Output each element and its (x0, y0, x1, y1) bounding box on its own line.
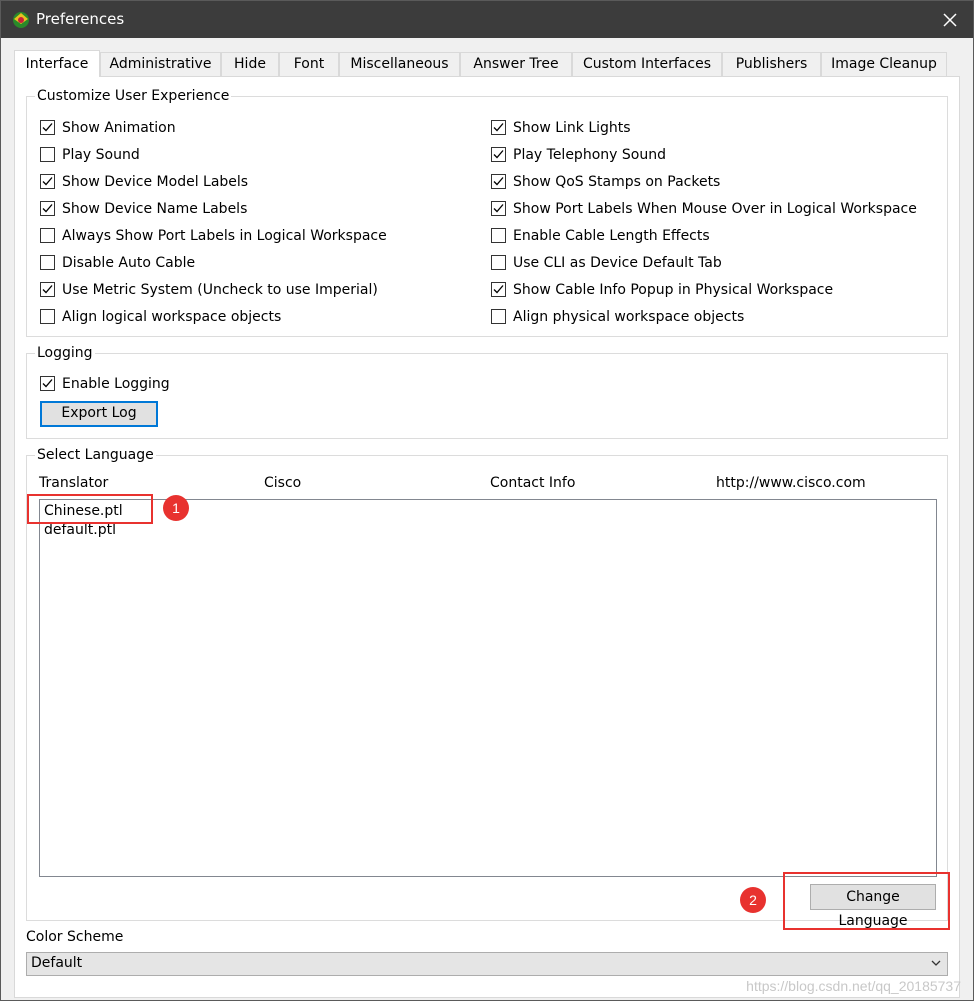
annotation-box-1 (27, 494, 153, 524)
checkmark-icon (493, 285, 504, 294)
checkbox-label: Show Device Model Labels (62, 174, 249, 190)
checkbox-box[interactable] (40, 228, 55, 243)
logging-group: Logging Enable Logging Export Log (26, 344, 948, 439)
tab-hide[interactable]: Hide (221, 52, 279, 76)
color-scheme-label: Color Scheme (26, 929, 124, 945)
group-title: Customize User Experience (35, 87, 232, 105)
header-translator: Translator (39, 475, 109, 491)
annotation-badge-1: 1 (163, 495, 189, 521)
checkmark-icon (42, 177, 53, 186)
checkbox-box[interactable] (40, 255, 55, 270)
language-list[interactable]: Chinese.ptl default.ptl (39, 499, 937, 877)
packet-tracer-icon (11, 10, 31, 30)
customize-user-experience-group: Customize User Experience Show Animation… (26, 87, 948, 337)
color-scheme-select[interactable]: Default (26, 952, 948, 976)
checkbox-label: Enable Cable Length Effects (513, 228, 710, 244)
checkmark-icon (42, 204, 53, 213)
checkbox-label: Show Link Lights (513, 120, 631, 136)
checkmark-icon (493, 150, 504, 159)
checkbox-label: Show Device Name Labels (62, 201, 248, 217)
group-title: Logging (35, 344, 95, 362)
tab-publishers[interactable]: Publishers (722, 52, 821, 76)
group-title: Select Language (35, 446, 156, 464)
header-cisco: Cisco (264, 475, 302, 491)
checkmark-icon (42, 285, 53, 294)
checkbox-label: Disable Auto Cable (62, 255, 196, 271)
interface-tab-pane: Customize User Experience Show Animation… (14, 76, 960, 998)
tab-font[interactable]: Font (279, 52, 339, 76)
checkbox-box[interactable] (491, 282, 506, 297)
checkmark-icon (493, 123, 504, 132)
annotation-badge-2: 2 (740, 887, 766, 913)
select-value: Default (31, 955, 83, 971)
checkbox-box[interactable] (40, 282, 55, 297)
tab-image-cleanup[interactable]: Image Cleanup (821, 52, 947, 76)
checkbox-box[interactable] (491, 147, 506, 162)
checkbox-box[interactable] (40, 309, 55, 324)
header-url: http://www.cisco.com (716, 475, 866, 491)
checkbox-box[interactable] (491, 201, 506, 216)
header-contact-info: Contact Info (490, 475, 576, 491)
annotation-box-2 (783, 872, 950, 930)
preferences-window: Preferences Interface Administrative Hid… (0, 0, 974, 1001)
checkbox-label: Enable Logging (62, 376, 170, 392)
export-log-button[interactable]: Export Log (40, 401, 158, 427)
checkbox-box[interactable] (491, 309, 506, 324)
checkbox-label: Show Port Labels When Mouse Over in Logi… (513, 201, 917, 217)
tab-answer-tree[interactable]: Answer Tree (460, 52, 572, 76)
checkbox-label: Show Cable Info Popup in Physical Worksp… (513, 282, 834, 298)
checkbox-box[interactable] (40, 120, 55, 135)
checkbox-box[interactable] (491, 174, 506, 189)
checkbox-box[interactable] (40, 147, 55, 162)
checkbox-label: Play Sound (62, 147, 140, 163)
tab-miscellaneous[interactable]: Miscellaneous (339, 52, 460, 76)
checkbox-label: Play Telephony Sound (513, 147, 666, 163)
watermark: https://blog.csdn.net/qq_20185737 (746, 978, 961, 994)
checkbox-label: Show QoS Stamps on Packets (513, 174, 721, 190)
chevron-down-icon (931, 960, 941, 966)
checkmark-icon (42, 123, 53, 132)
tab-interface[interactable]: Interface (14, 50, 100, 77)
checkbox-box[interactable] (40, 174, 55, 189)
checkbox-label: Use CLI as Device Default Tab (513, 255, 722, 271)
tab-administrative[interactable]: Administrative (100, 52, 221, 76)
checkmark-icon (493, 177, 504, 186)
close-button[interactable] (927, 1, 973, 38)
language-header-row: Translator Cisco Contact Info http://www… (15, 475, 961, 493)
tab-strip: Interface Administrative Hide Font Misce… (14, 50, 954, 77)
checkbox-label: Show Animation (62, 120, 176, 136)
checkbox-box[interactable] (40, 376, 55, 391)
tab-custom-interfaces[interactable]: Custom Interfaces (572, 52, 722, 76)
title-bar: Preferences (1, 1, 973, 38)
checkbox-box[interactable] (491, 255, 506, 270)
checkbox-label: Always Show Port Labels in Logical Works… (62, 228, 387, 244)
checkbox-label: Use Metric System (Uncheck to use Imperi… (62, 282, 378, 298)
close-icon (943, 13, 957, 27)
checkbox-label: Align logical workspace objects (62, 309, 282, 325)
checkbox-label: Align physical workspace objects (513, 309, 745, 325)
checkbox-box[interactable] (40, 201, 55, 216)
checkbox-box[interactable] (491, 228, 506, 243)
checkmark-icon (493, 204, 504, 213)
checkbox-box[interactable] (491, 120, 506, 135)
window-title: Preferences (36, 10, 125, 28)
checkmark-icon (42, 379, 53, 388)
